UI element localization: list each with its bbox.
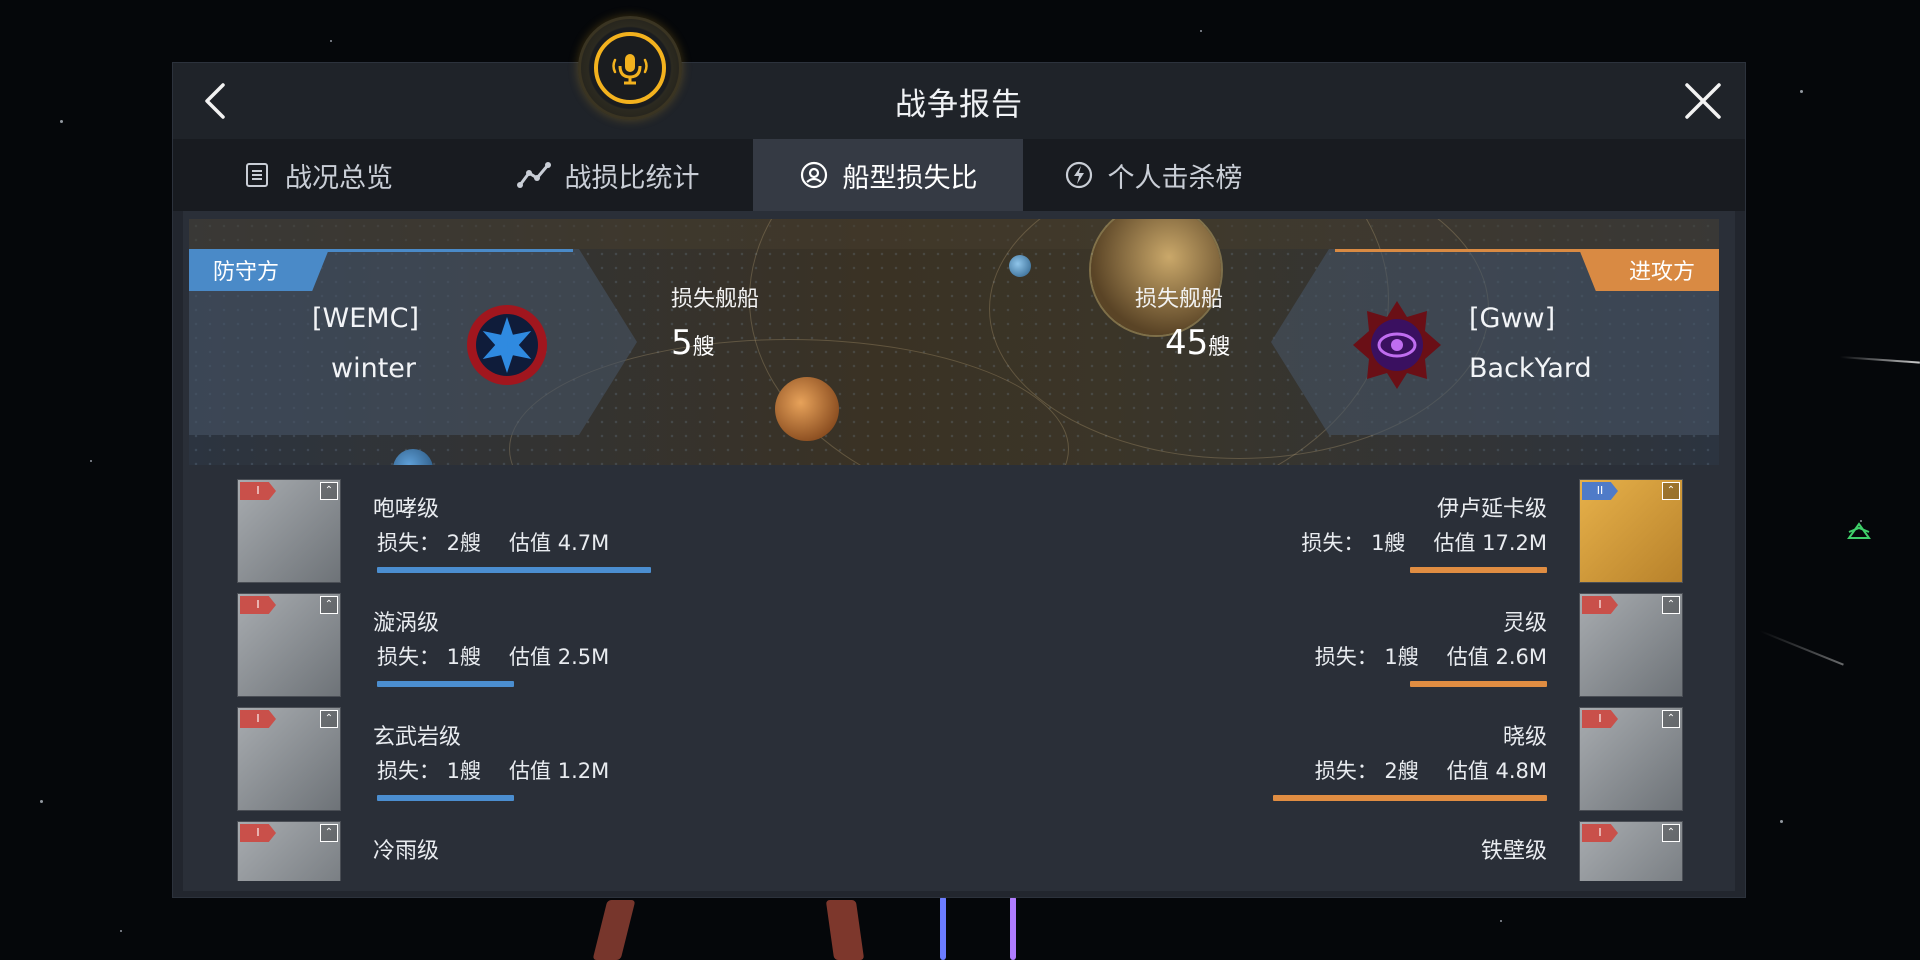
chevron-up-icon: ⌃ bbox=[320, 710, 338, 728]
defender-emblem-icon[interactable] bbox=[465, 303, 549, 387]
ship-name: 铁壁级 bbox=[1480, 839, 1547, 864]
tier-badge: II bbox=[1582, 482, 1618, 500]
ship-stats: 损失： 1艘 估值 17.2M bbox=[1301, 531, 1547, 555]
page-title: 战争报告 bbox=[895, 86, 1023, 123]
list-item: I ⌃ 玄武岩级 损失： 1艘 估值 1.2M 晓级 损失： 2艘 估值 4.8M … bbox=[237, 707, 1683, 813]
waypoint-icon bbox=[1847, 522, 1871, 539]
battle-banner: 防守方 进攻方 [WEMC] winter 损失舰船 5艘 损失舰船 45艘 [… bbox=[189, 219, 1719, 465]
attacker-tag: 进攻方 bbox=[1579, 249, 1719, 291]
ship-stats: 损失： 1艘 估值 2.5M bbox=[377, 645, 610, 669]
tab-personal-kills[interactable]: 个人击杀榜 bbox=[1023, 139, 1283, 211]
ship-loss-list: I ⌃ 咆哮级 损失： 2艘 估值 4.7M 伊卢延卡级 损失： 1艘 估值 17.… bbox=[237, 479, 1683, 881]
chevron-up-icon: ⌃ bbox=[1662, 824, 1680, 842]
tier-badge: I bbox=[1582, 596, 1618, 614]
ship-thumbnail-vortex[interactable]: I ⌃ bbox=[237, 593, 341, 697]
trend-icon bbox=[516, 162, 551, 188]
defender-tag: 防守方 bbox=[189, 249, 329, 291]
tab-label: 战况总览 bbox=[285, 162, 393, 194]
ship-name: 冷雨级 bbox=[373, 839, 440, 864]
attacker-loss-label: 损失舰船 bbox=[1135, 287, 1224, 312]
tab-label: 战损比统计 bbox=[564, 162, 700, 194]
defender-loss-count: 5艘 bbox=[671, 323, 715, 363]
attacker-corp: [Gww] bbox=[1469, 303, 1556, 334]
list-item: I ⌃ 冷雨级 铁壁级 I ⌃ bbox=[237, 821, 1683, 881]
close-button[interactable] bbox=[1679, 77, 1727, 125]
loss-bar bbox=[377, 795, 514, 801]
list-icon bbox=[246, 163, 268, 187]
ship-stats: 损失： 2艘 估值 4.8M bbox=[1314, 759, 1547, 783]
loss-bar bbox=[1410, 567, 1547, 573]
ship-thumbnail-roar[interactable]: I ⌃ bbox=[237, 479, 341, 583]
chevron-up-icon: ⌃ bbox=[320, 824, 338, 842]
loss-bar bbox=[1273, 795, 1547, 801]
chevron-up-icon: ⌃ bbox=[1662, 710, 1680, 728]
ship-ratio-icon bbox=[800, 161, 827, 189]
ship-name: 玄武岩级 bbox=[373, 725, 462, 750]
tab-ship-type-loss[interactable]: 船型损失比 bbox=[753, 139, 1023, 211]
attacker-pilot: BackYard bbox=[1469, 353, 1592, 384]
ship-stats: 损失： 2艘 估值 4.7M bbox=[377, 531, 610, 555]
ship-name: 灵级 bbox=[1502, 611, 1547, 636]
chevron-up-icon: ⌃ bbox=[1662, 596, 1680, 614]
attacker-loss-count: 45艘 bbox=[1165, 323, 1231, 363]
chevron-up-icon: ⌃ bbox=[1662, 482, 1680, 500]
list-item: I ⌃ 漩涡级 损失： 1艘 估值 2.5M 灵级 损失： 1艘 估值 2.6M I… bbox=[237, 593, 1683, 699]
tier-badge: I bbox=[1582, 824, 1618, 842]
tier-badge: I bbox=[240, 482, 276, 500]
ship-thumbnail-spirit[interactable]: I ⌃ bbox=[1579, 593, 1683, 697]
tab-bar: 战况总览 战损比统计 船型损失比 个人击杀榜 bbox=[173, 139, 1745, 211]
loss-bar bbox=[377, 681, 514, 687]
chevron-up-icon: ⌃ bbox=[320, 482, 338, 500]
voice-chat-button[interactable] bbox=[578, 16, 682, 120]
chevron-up-icon: ⌃ bbox=[320, 596, 338, 614]
lightning-icon bbox=[1065, 161, 1092, 189]
ship-thumbnail-cold-rain[interactable]: I ⌃ bbox=[237, 821, 341, 881]
defender-corp: [WEMC] bbox=[312, 303, 419, 334]
loss-bar bbox=[377, 567, 651, 573]
attacker-emblem-icon[interactable] bbox=[1349, 297, 1445, 393]
tab-label: 个人击杀榜 bbox=[1107, 162, 1243, 194]
ship-loss-panel: 防守方 进攻方 [WEMC] winter 损失舰船 5艘 损失舰船 45艘 [… bbox=[183, 211, 1735, 891]
ship-stats: 损失： 1艘 估值 2.6M bbox=[1314, 645, 1547, 669]
title-bar: 战争报告 bbox=[173, 63, 1745, 139]
tier-badge: I bbox=[1582, 710, 1618, 728]
ship-thumbnail-ilyenka[interactable]: II ⌃ bbox=[1579, 479, 1683, 583]
ship-stats: 损失： 1艘 估值 1.2M bbox=[377, 759, 610, 783]
tab-label: 船型损失比 bbox=[842, 162, 978, 194]
tier-badge: I bbox=[240, 710, 276, 728]
tab-loss-ratio-stats[interactable]: 战损比统计 bbox=[463, 139, 753, 211]
defender-pilot: winter bbox=[331, 353, 416, 384]
ship-name: 漩涡级 bbox=[373, 611, 440, 636]
ship-thumbnail-iron-wall[interactable]: I ⌃ bbox=[1579, 821, 1683, 881]
ship-thumbnail-basalt[interactable]: I ⌃ bbox=[237, 707, 341, 811]
list-item: I ⌃ 咆哮级 损失： 2艘 估值 4.7M 伊卢延卡级 损失： 1艘 估值 17.… bbox=[237, 479, 1683, 585]
microphone-icon bbox=[612, 54, 648, 85]
chevron-left-icon bbox=[205, 83, 225, 119]
ship-thumbnail-dawn[interactable]: I ⌃ bbox=[1579, 707, 1683, 811]
ship-name: 伊卢延卡级 bbox=[1436, 497, 1547, 522]
ship-name: 晓级 bbox=[1502, 725, 1547, 750]
loss-bar bbox=[1410, 681, 1547, 687]
planet-graphic bbox=[775, 377, 839, 441]
back-button[interactable] bbox=[195, 79, 239, 123]
ship-name: 咆哮级 bbox=[373, 497, 440, 522]
planet-graphic bbox=[1009, 255, 1031, 277]
war-report-window: 战争报告 战况总览 战损比统计 船型损失比 个人击杀榜 防守方 进攻方 [WEM… bbox=[172, 62, 1746, 898]
defender-loss-label: 损失舰船 bbox=[671, 287, 760, 312]
tab-overview[interactable]: 战况总览 bbox=[173, 139, 463, 211]
close-icon bbox=[1685, 83, 1721, 119]
tier-badge: I bbox=[240, 824, 276, 842]
tier-badge: I bbox=[240, 596, 276, 614]
